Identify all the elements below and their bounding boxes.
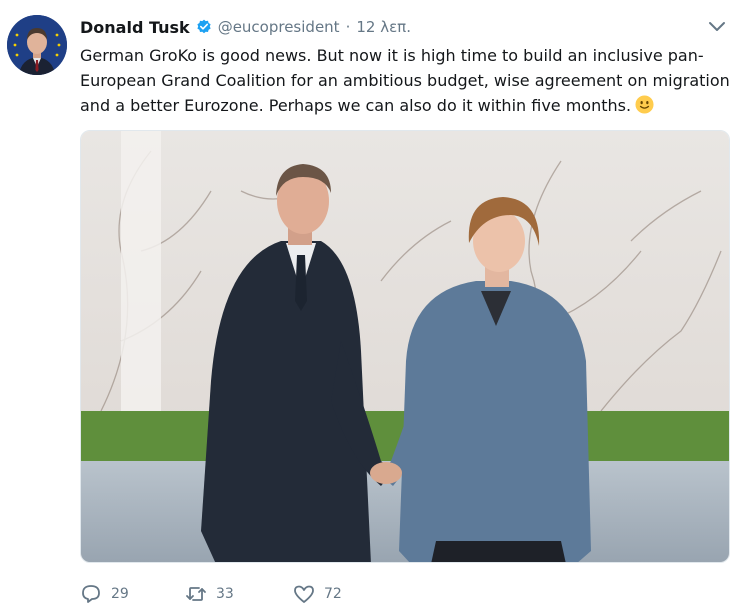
retweet-count: 33	[216, 586, 234, 602]
retweet-icon	[185, 584, 207, 604]
author-name[interactable]: Donald Tusk	[80, 18, 190, 37]
chevron-down-icon[interactable]	[708, 19, 726, 33]
retweet-button[interactable]: 33	[185, 584, 293, 604]
slightly-smiling-face-icon	[635, 95, 654, 114]
avatar[interactable]	[7, 15, 67, 75]
author-handle[interactable]: @eucopresident	[218, 18, 340, 36]
tweet-actions: 29 33 72	[80, 582, 342, 606]
tweet-header: Donald Tusk @eucopresident · 12 λεπ.	[80, 15, 411, 39]
tweet-text: German GroKo is good news. But now it is…	[80, 43, 730, 118]
tweet: Donald Tusk @eucopresident · 12 λεπ. Ger…	[0, 0, 735, 603]
heart-icon	[293, 584, 315, 604]
reply-icon	[80, 584, 102, 604]
tweet-text-content: German GroKo is good news. But now it is…	[80, 46, 730, 115]
like-button[interactable]: 72	[293, 584, 342, 604]
reply-button[interactable]: 29	[80, 584, 185, 604]
timestamp[interactable]: 12 λεπ.	[356, 18, 411, 36]
reply-count: 29	[111, 586, 129, 602]
separator-dot: ·	[345, 18, 351, 36]
like-count: 72	[324, 586, 342, 602]
tweet-photo[interactable]	[80, 130, 730, 563]
verified-badge-icon	[196, 19, 212, 35]
